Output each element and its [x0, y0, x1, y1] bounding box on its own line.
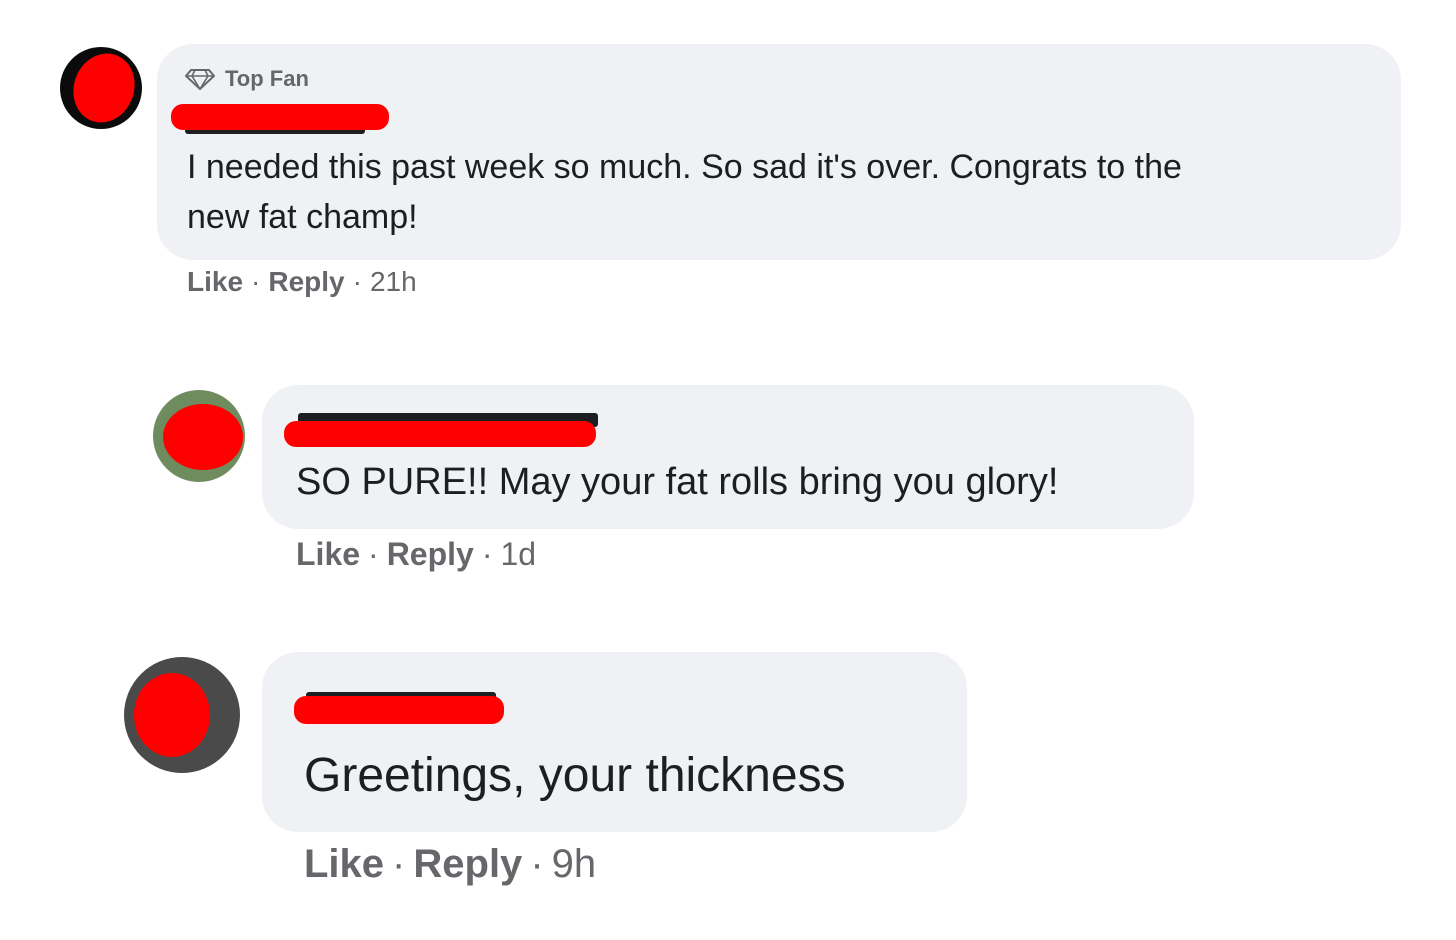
- comment-text-line: SO PURE!! May your fat rolls bring you g…: [296, 461, 1059, 503]
- commenter-avatar[interactable]: [124, 657, 240, 773]
- comment-bubble: Greetings, your thickness: [262, 652, 967, 832]
- separator-dot: ·: [251, 266, 261, 297]
- reply-button[interactable]: Reply: [268, 266, 344, 298]
- avatar-redaction: [134, 673, 210, 757]
- comment-actions: Like · Reply · 9h: [304, 842, 596, 887]
- commenter-avatar[interactable]: [153, 390, 245, 482]
- comment-thread: Top Fan I needed this past week so much.…: [0, 0, 1456, 940]
- comment-text-line: new fat champ!: [187, 198, 418, 236]
- diamond-icon: [185, 69, 215, 90]
- like-button[interactable]: Like: [296, 536, 360, 573]
- top-fan-badge: Top Fan: [185, 66, 309, 92]
- separator-dot: ·: [481, 536, 493, 572]
- reply-button[interactable]: Reply: [413, 842, 522, 887]
- name-redaction: [284, 421, 596, 447]
- separator-dot: ·: [392, 842, 406, 886]
- comment-bubble: SO PURE!! May your fat rolls bring you g…: [262, 385, 1194, 529]
- avatar-redaction: [163, 404, 243, 470]
- like-button[interactable]: Like: [304, 842, 384, 887]
- comment-bubble: Top Fan I needed this past week so much.…: [157, 44, 1401, 260]
- name-redaction: [294, 696, 504, 724]
- name-redaction: [171, 104, 389, 130]
- comment-actions: Like · Reply · 21h: [187, 266, 417, 298]
- comment-text-line: I needed this past week so much. So sad …: [187, 148, 1182, 186]
- separator-dot: ·: [352, 266, 362, 297]
- badge-label: Top Fan: [225, 66, 309, 91]
- separator-dot: ·: [368, 536, 379, 572]
- comment-actions: Like · Reply · 1d: [296, 536, 536, 573]
- timestamp[interactable]: 9h: [552, 842, 597, 887]
- commenter-avatar[interactable]: [60, 47, 142, 129]
- separator-dot: ·: [530, 842, 544, 886]
- comment-text-line: Greetings, your thickness: [304, 749, 846, 802]
- reply-button[interactable]: Reply: [387, 536, 474, 573]
- timestamp[interactable]: 1d: [500, 536, 536, 573]
- avatar-redaction: [63, 47, 142, 129]
- like-button[interactable]: Like: [187, 266, 243, 298]
- timestamp[interactable]: 21h: [370, 266, 417, 298]
